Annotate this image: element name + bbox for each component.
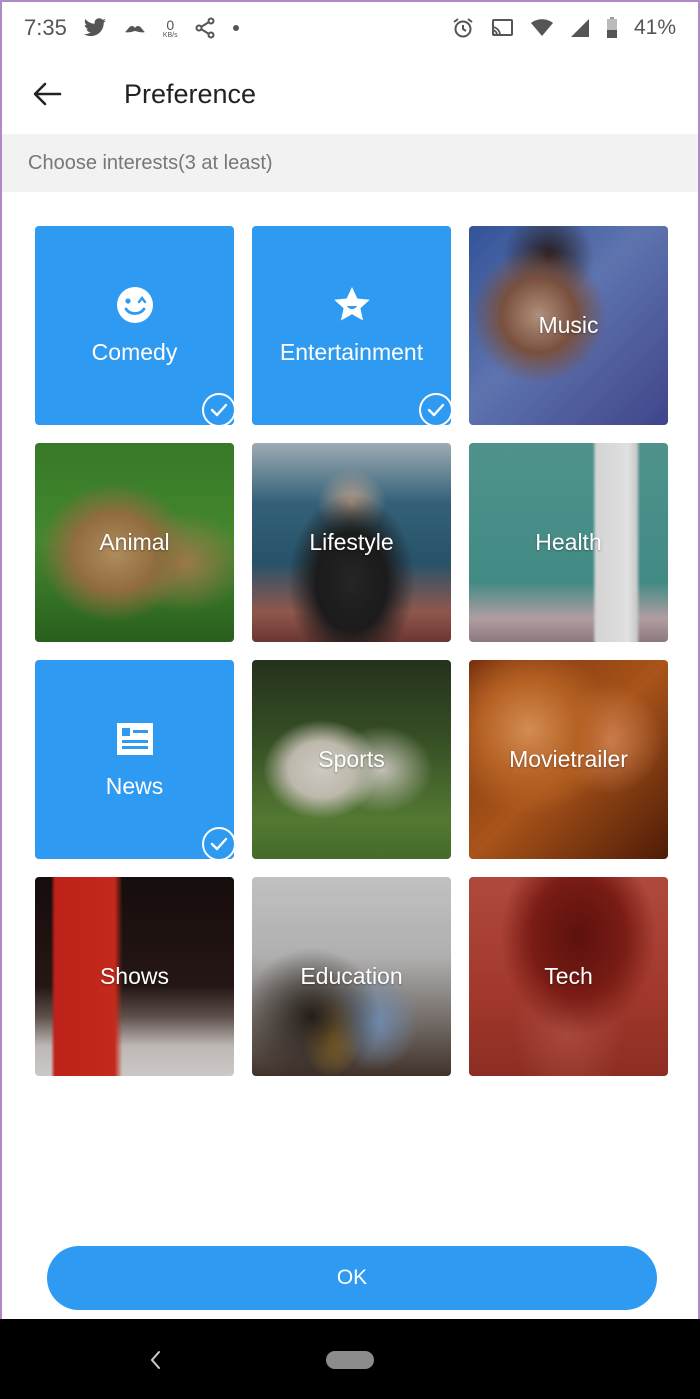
network-speed: 0 KB/s <box>163 18 178 39</box>
check-icon <box>202 393 234 425</box>
interest-tile-health[interactable]: Health <box>469 443 668 642</box>
interest-label: Movietrailer <box>509 746 628 772</box>
cast-icon <box>490 18 514 38</box>
wifi-icon <box>530 18 554 38</box>
check-icon <box>202 827 234 859</box>
page-title: Preference <box>124 78 257 109</box>
interest-tile-news[interactable]: News <box>35 660 234 859</box>
interests-instruction: Choose interests(3 at least) <box>28 151 273 174</box>
interests-grid: Comedy Entertainment Music Animal Lifest… <box>35 226 668 1076</box>
battery-percent: 41% <box>633 16 676 39</box>
battery-icon <box>606 17 618 39</box>
interest-tile-entertainment[interactable]: Entertainment <box>252 226 451 425</box>
interest-tile-lifestyle[interactable]: Lifestyle <box>252 443 451 642</box>
interest-tile-comedy[interactable]: Comedy <box>35 226 234 425</box>
interest-label: Shows <box>99 963 170 989</box>
interest-label: Education <box>300 963 403 989</box>
back-button[interactable] <box>12 64 82 124</box>
interest-tile-sports[interactable]: Sports <box>252 660 451 859</box>
twitter-icon <box>83 18 107 38</box>
interest-label: Health <box>535 529 602 555</box>
wink-face-icon <box>116 287 153 323</box>
status-right: 41% <box>452 16 676 40</box>
arrow-left-icon <box>33 82 62 106</box>
interest-label: Music <box>538 312 599 338</box>
interest-label: Comedy <box>91 339 178 365</box>
interest-label: Entertainment <box>279 339 424 365</box>
system-nav-bar <box>0 1319 700 1399</box>
interest-tile-education[interactable]: Education <box>252 877 451 1076</box>
interests-instruction-bar: Choose interests(3 at least) <box>2 134 698 192</box>
alarm-icon <box>452 17 474 39</box>
newspaper-icon <box>116 723 153 755</box>
status-time: 7:35 <box>24 15 67 40</box>
nav-back-button[interactable] <box>140 1345 170 1375</box>
interest-label: Animal <box>99 529 170 555</box>
interest-label: Tech <box>544 963 593 989</box>
ok-button[interactable]: OK <box>47 1246 657 1310</box>
signal-icon <box>570 18 590 38</box>
chevron-left-icon <box>150 1351 160 1369</box>
network-speed-unit: KB/s <box>162 31 178 39</box>
interest-tile-shows[interactable]: Shows <box>35 877 234 1076</box>
nav-home-button[interactable] <box>326 1351 374 1369</box>
interest-label: Lifestyle <box>309 529 394 555</box>
dot-icon <box>232 24 240 32</box>
interest-tile-animal[interactable]: Animal <box>35 443 234 642</box>
interest-tile-tech[interactable]: Tech <box>469 877 668 1076</box>
network-speed-value: 0 <box>166 16 175 33</box>
star-icon <box>333 287 370 321</box>
app-bar: Preference <box>2 62 698 126</box>
mustache-icon <box>123 22 147 34</box>
interest-label: News <box>105 773 164 799</box>
interest-tile-movietrailer[interactable]: Movietrailer <box>469 660 668 859</box>
interest-tile-music[interactable]: Music <box>469 226 668 425</box>
status-bar: 7:35 0 KB/s 41% <box>2 2 698 54</box>
interest-label: Sports <box>318 746 385 772</box>
share-icon <box>194 17 216 39</box>
check-icon <box>419 393 451 425</box>
status-left: 7:35 0 KB/s <box>24 15 240 41</box>
